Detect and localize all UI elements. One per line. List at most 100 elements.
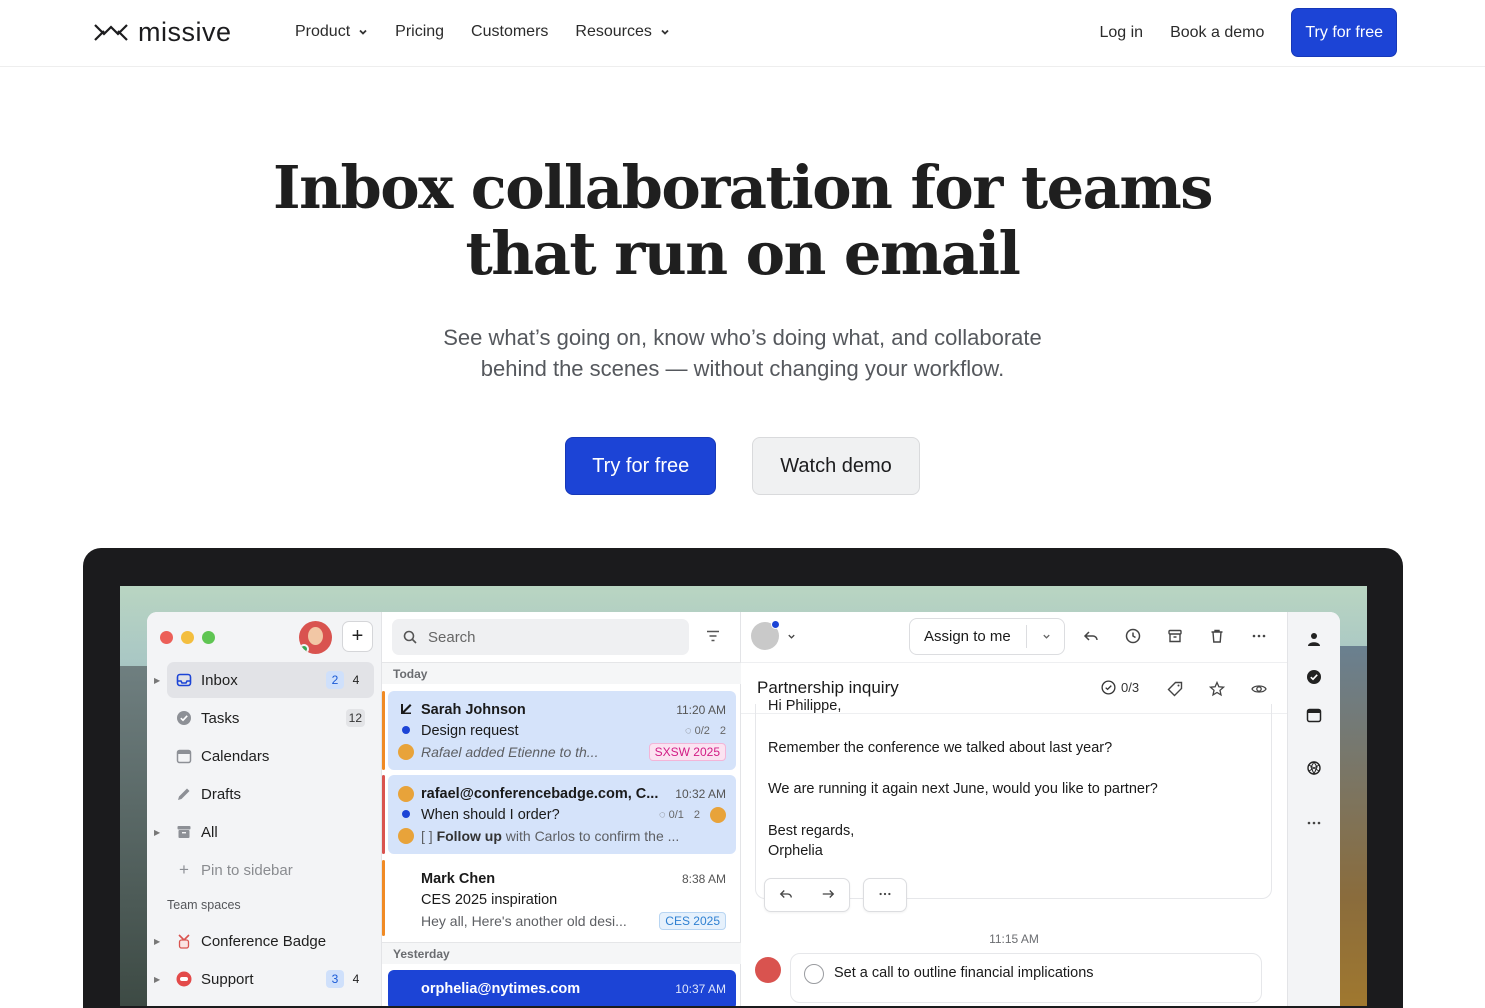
- assignee-avatar: [710, 806, 726, 823]
- conversation-sender: orphelia@nytimes.com: [421, 980, 581, 997]
- task-progress: ◌ 0/1: [658, 808, 684, 821]
- more-options-icon: [879, 892, 891, 895]
- message-body: Hi Philippe, Remember the conference we …: [768, 698, 1158, 862]
- sidebar-item-all[interactable]: ▶ All: [154, 814, 374, 850]
- sidebar-item-conference-badge[interactable]: ▶ Conference Badge: [154, 923, 374, 959]
- sidebar-item-calendars[interactable]: Calendars: [167, 738, 374, 774]
- conversation-sender: Mark Chen: [421, 870, 496, 887]
- conversation-time: 11:20 AM: [676, 702, 726, 717]
- conversation-time: 10:32 AM: [675, 786, 726, 801]
- detail-toolbar: Assign to me: [741, 612, 1287, 662]
- unread-dot-icon: [402, 726, 410, 734]
- expand-caret-icon[interactable]: ▶: [154, 828, 160, 837]
- book-demo-link[interactable]: Book a demo: [1170, 9, 1264, 57]
- expand-caret-icon[interactable]: ▶: [154, 937, 160, 946]
- forward-button[interactable]: [807, 887, 849, 904]
- nav-pricing[interactable]: Pricing: [395, 20, 444, 44]
- hero-subtitle: See what’s going on, know who’s doing wh…: [0, 322, 1485, 384]
- star-icon[interactable]: [1209, 681, 1225, 697]
- user-avatar[interactable]: [299, 621, 332, 654]
- filter-icon[interactable]: [706, 630, 720, 642]
- commenter-avatar: [398, 828, 414, 844]
- nav-resources[interactable]: Resources: [575, 20, 669, 44]
- openai-integration-icon[interactable]: [1306, 760, 1322, 776]
- try-free-nav-button[interactable]: Try for free: [1291, 8, 1397, 57]
- conversation-item[interactable]: orphelia@nytimes.com 10:37 AM: [388, 970, 736, 1006]
- chevron-down-icon[interactable]: [1042, 632, 1051, 641]
- login-link[interactable]: Log in: [1099, 9, 1143, 57]
- badge-logo-icon: [178, 934, 190, 949]
- right-rail: [1287, 612, 1340, 1006]
- conference-badge-icon: [401, 704, 412, 714]
- snooze-clock-icon[interactable]: [1125, 628, 1141, 644]
- message-more-button[interactable]: [864, 887, 906, 904]
- missive-logo[interactable]: missive: [94, 18, 232, 46]
- task-title: Set a call to outline financial implicat…: [834, 965, 1094, 981]
- task-progress[interactable]: 0/3: [1101, 680, 1139, 695]
- conversation-sender: Sarah Johnson: [421, 701, 526, 718]
- chevron-down-icon[interactable]: [787, 632, 796, 641]
- compose-button[interactable]: +: [342, 621, 373, 652]
- inbox-icon: [176, 673, 192, 687]
- label-tag[interactable]: CES 2025: [659, 911, 726, 930]
- team-spaces-heading: Team spaces: [167, 898, 241, 912]
- chevron-down-icon: [661, 29, 669, 35]
- conversation-detail: Assign to me Partnership inquiry 0/3 Hi …: [741, 612, 1287, 1006]
- count-badge: 4: [352, 972, 360, 986]
- nav-product[interactable]: Product: [295, 20, 368, 44]
- tasks-check-icon[interactable]: [1306, 669, 1322, 685]
- minimize-window-icon[interactable]: [181, 631, 194, 644]
- sidebar-item-label: Calendars: [201, 747, 270, 765]
- try-free-hero-button[interactable]: Try for free: [565, 437, 717, 495]
- logo-wordmark: missive: [138, 17, 232, 47]
- chevron-down-icon: [359, 29, 367, 35]
- more-options-icon[interactable]: [1306, 815, 1322, 831]
- reply-icon[interactable]: [1083, 628, 1099, 644]
- tag-icon[interactable]: [1167, 681, 1183, 697]
- sidebar-item-inbox[interactable]: ▶ Inbox 24: [154, 662, 374, 698]
- expand-caret-icon[interactable]: ▶: [154, 975, 160, 984]
- conversation-item[interactable]: Mark Chen 8:38 AM CES 2025 inspiration He…: [382, 860, 736, 936]
- contact-person-icon[interactable]: [1306, 631, 1322, 647]
- sidebar-item-label: Tasks: [201, 709, 240, 727]
- archive-icon[interactable]: [1167, 628, 1183, 644]
- search-input[interactable]: Search: [392, 619, 689, 655]
- pin-to-sidebar-button[interactable]: + Pin to sidebar: [167, 852, 374, 888]
- maximize-window-icon[interactable]: [202, 631, 215, 644]
- sidebar-item-support[interactable]: ▶ Support 34: [154, 961, 374, 997]
- conversation-subject: When should I order?: [421, 806, 560, 823]
- conversation-item[interactable]: rafael@conferencebadge.com, C... 10:32 AM…: [382, 775, 736, 854]
- message-card: Hi Philippe, Remember the conference we …: [755, 698, 1272, 912]
- trash-icon[interactable]: [1209, 628, 1225, 644]
- reply-button[interactable]: [765, 887, 807, 904]
- pencil-icon: [178, 788, 190, 800]
- sidebar-item-tasks[interactable]: Tasks 12: [167, 700, 374, 736]
- section-today: Today: [382, 662, 741, 684]
- more-options-icon[interactable]: [1251, 628, 1267, 644]
- window-controls: [160, 631, 215, 644]
- unread-badge: 3: [326, 970, 344, 988]
- label-tag[interactable]: SXSW 2025: [648, 742, 726, 761]
- watch-demo-button[interactable]: Watch demo: [752, 437, 920, 495]
- task-card[interactable]: Set a call to outline financial implicat…: [790, 953, 1262, 1003]
- nav-customers[interactable]: Customers: [471, 20, 548, 44]
- expand-caret-icon[interactable]: ▶: [154, 676, 160, 685]
- assign-label: Assign to me: [924, 628, 1011, 645]
- sender-avatar: [398, 786, 414, 802]
- conversation-item[interactable]: Sarah Johnson 11:20 AM Design request ◌ 0…: [382, 691, 736, 770]
- task-progress-label: 0/3: [1121, 680, 1140, 695]
- close-window-icon[interactable]: [160, 631, 173, 644]
- participant-avatar[interactable]: [751, 620, 780, 650]
- assign-to-me-button[interactable]: Assign to me: [909, 618, 1065, 655]
- task-checkbox[interactable]: [804, 964, 824, 984]
- conversation-preview: [ ] Follow up with Carlos to confirm the…: [421, 827, 680, 844]
- top-navigation: missive Product Pricing Customers Resour…: [0, 0, 1485, 67]
- online-status-icon: [299, 644, 309, 654]
- nav-resources-label: Resources: [575, 23, 652, 40]
- calendar-icon[interactable]: [1306, 707, 1322, 723]
- message-signoff: Best regards,: [768, 822, 855, 839]
- sidebar-item-label: All: [201, 823, 218, 841]
- sidebar-item-drafts[interactable]: Drafts: [167, 776, 374, 812]
- sidebar-item-label: Drafts: [201, 785, 242, 803]
- eye-icon[interactable]: [1251, 681, 1267, 697]
